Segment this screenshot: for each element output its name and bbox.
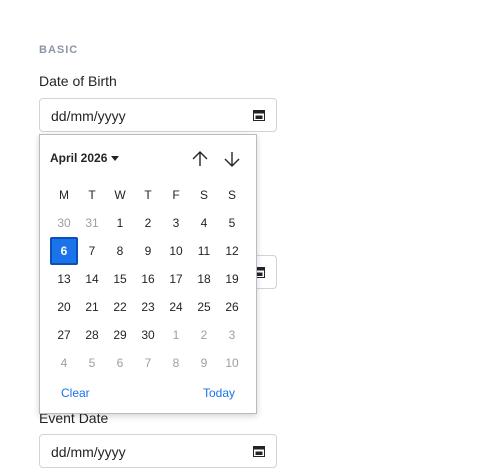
calendar-day[interactable]: 10 <box>162 237 190 265</box>
calendar-day[interactable]: 24 <box>162 293 190 321</box>
calendar-day[interactable]: 9 <box>134 237 162 265</box>
calendar-day[interactable]: 26 <box>218 293 246 321</box>
calendar-day[interactable]: 7 <box>78 237 106 265</box>
calendar-day[interactable]: 20 <box>50 293 78 321</box>
weekday-header: S <box>199 188 208 202</box>
calendar-day[interactable]: 6 <box>106 349 134 377</box>
today-button[interactable]: Today <box>203 386 235 400</box>
weekday-header: T <box>144 188 152 202</box>
calendar-day[interactable]: 2 <box>134 209 162 237</box>
calendar-day[interactable]: 15 <box>106 265 134 293</box>
calendar-day[interactable]: 31 <box>78 209 106 237</box>
weekday-header: T <box>88 188 96 202</box>
event-date-value: dd/mm/yyyy <box>51 444 126 460</box>
calendar-day[interactable]: 11 <box>190 237 218 265</box>
calendar-day[interactable]: 4 <box>190 209 218 237</box>
calendar-day[interactable]: 19 <box>218 265 246 293</box>
calendar-day[interactable]: 6 <box>50 237 78 265</box>
calendar-day[interactable]: 29 <box>106 321 134 349</box>
calendar-day[interactable]: 5 <box>78 349 106 377</box>
arrow-up-icon[interactable] <box>190 149 210 169</box>
calendar-day[interactable]: 23 <box>134 293 162 321</box>
calendar-day[interactable]: 17 <box>162 265 190 293</box>
event-date-field[interactable]: dd/mm/yyyy <box>39 434 277 468</box>
weekday-header: S <box>227 188 236 202</box>
dob-field[interactable]: dd/mm/yyyy <box>39 98 277 132</box>
calendar-day[interactable]: 28 <box>78 321 106 349</box>
dob-value: dd/mm/yyyy <box>51 108 126 124</box>
calendar-day[interactable]: 4 <box>50 349 78 377</box>
calendar-day[interactable]: 9 <box>190 349 218 377</box>
calendar-day[interactable]: 30 <box>50 209 78 237</box>
arrow-down-icon[interactable] <box>222 149 242 169</box>
calendar-day[interactable]: 25 <box>190 293 218 321</box>
calendar-day[interactable]: 14 <box>78 265 106 293</box>
calendar-icon[interactable] <box>253 445 265 457</box>
calendar-day[interactable]: 30 <box>134 321 162 349</box>
calendar-day[interactable]: 5 <box>218 209 246 237</box>
calendar-day[interactable]: 1 <box>106 209 134 237</box>
calendar-day[interactable]: 3 <box>218 321 246 349</box>
calendar-icon[interactable] <box>253 109 265 121</box>
weekday-header: F <box>172 188 180 202</box>
calendar-day[interactable]: 8 <box>162 349 190 377</box>
calendar-day[interactable]: 18 <box>190 265 218 293</box>
calendar-day[interactable]: 1 <box>162 321 190 349</box>
calendar-day[interactable]: 21 <box>78 293 106 321</box>
calendar-day[interactable]: 8 <box>106 237 134 265</box>
calendar-day[interactable]: 12 <box>218 237 246 265</box>
date-picker-popup: April 2026 M T W T F S S 30 31 1 2 3 4 5 6 7 8 9 10 11 12 13 1… <box>39 134 257 414</box>
calendar-day[interactable]: 3 <box>162 209 190 237</box>
month-year-label: April 2026 <box>50 151 108 165</box>
caret-down-icon <box>111 156 120 162</box>
calendar-day[interactable]: 16 <box>134 265 162 293</box>
dob-label: Date of Birth <box>39 73 117 89</box>
calendar-day[interactable]: 10 <box>218 349 246 377</box>
month-year-select[interactable]: April 2026 <box>50 151 120 165</box>
weekday-header: W <box>114 188 126 202</box>
weekday-header: M <box>59 188 69 202</box>
calendar-day[interactable]: 2 <box>190 321 218 349</box>
section-title: BASIC <box>39 44 79 56</box>
calendar-day[interactable]: 13 <box>50 265 78 293</box>
calendar-day[interactable]: 27 <box>50 321 78 349</box>
calendar-day[interactable]: 7 <box>134 349 162 377</box>
calendar-day[interactable]: 22 <box>106 293 134 321</box>
clear-button[interactable]: Clear <box>61 386 90 400</box>
